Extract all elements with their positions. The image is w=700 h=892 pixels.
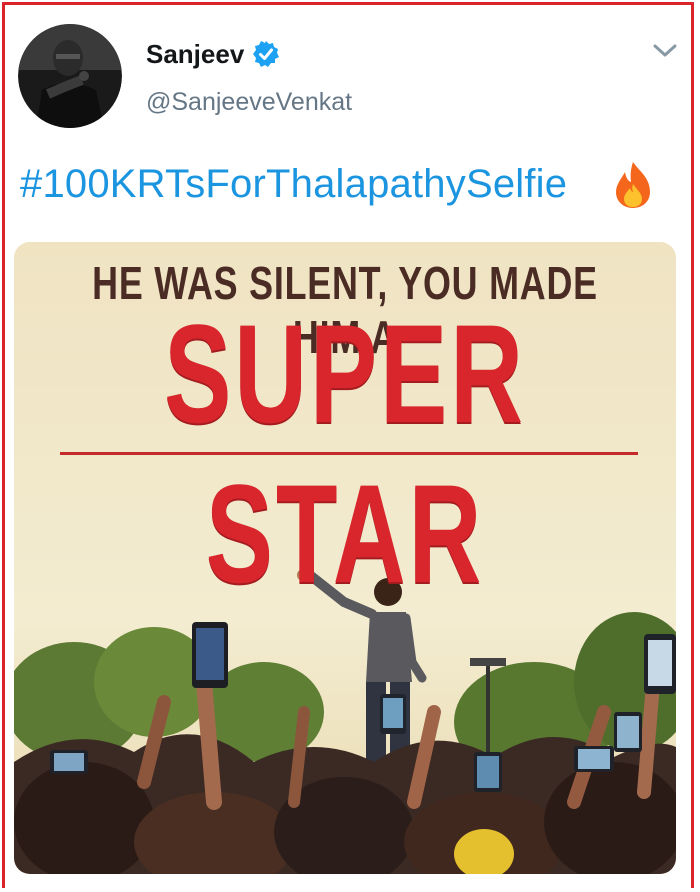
chevron-down-icon[interactable] (652, 42, 678, 60)
user-handle[interactable]: @SanjeeveVenkat (146, 88, 352, 117)
display-name[interactable]: Sanjeev (146, 39, 244, 70)
verified-badge-icon (252, 40, 280, 68)
name-row[interactable]: Sanjeev (146, 38, 280, 70)
avatar[interactable] (18, 24, 122, 128)
hashtag-link[interactable]: #100KRTsForThalapathySelfie (20, 162, 567, 207)
tweet-card[interactable]: Sanjeev @SanjeeveVenkat #100KRTsForThala… (0, 0, 700, 892)
tweet-image[interactable]: HE WAS SILENT, YOU MADE HIM A SUPER STAR (14, 242, 676, 874)
headline-underline (60, 452, 638, 455)
fire-icon (610, 160, 656, 210)
